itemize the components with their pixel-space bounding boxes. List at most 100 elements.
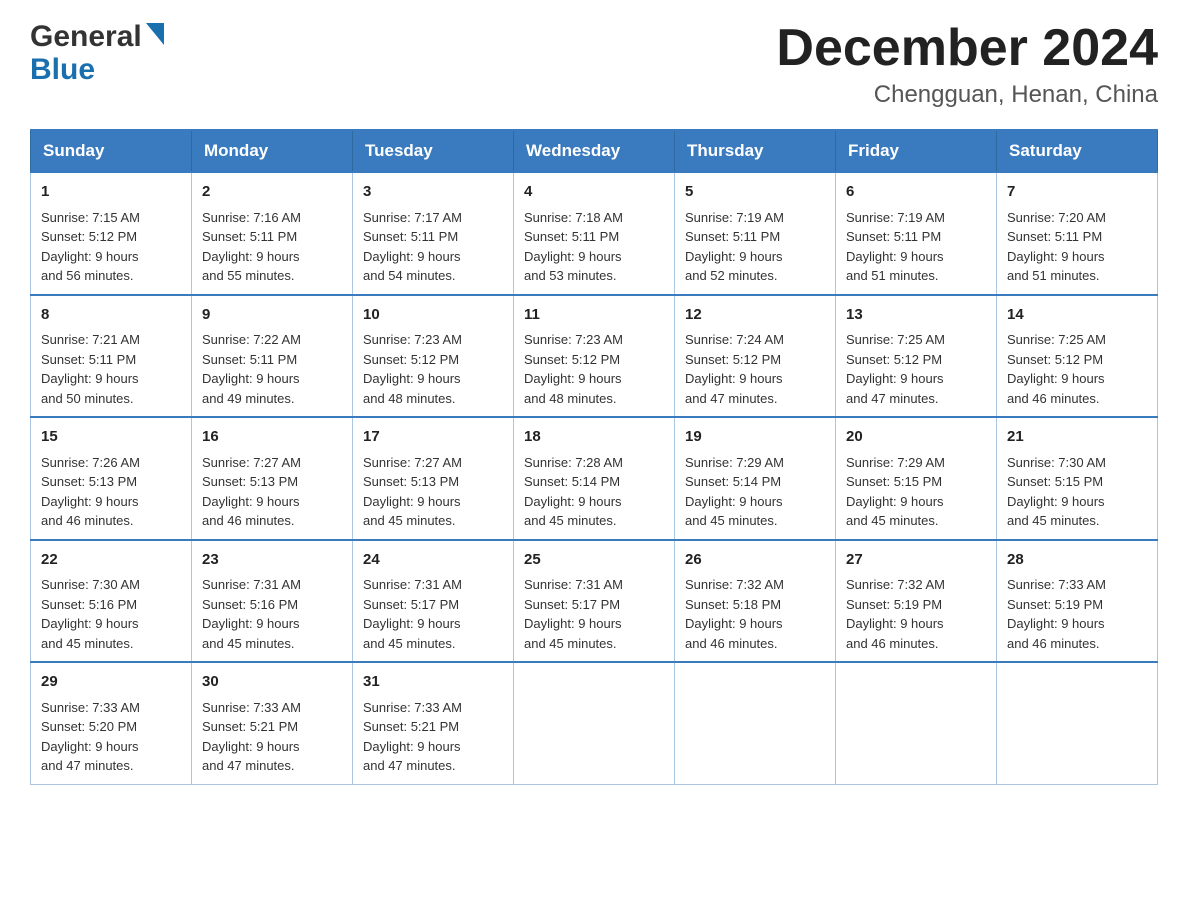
logo-general: General: [30, 20, 142, 53]
day-info: Sunrise: 7:24 AMSunset: 5:12 PMDaylight:…: [685, 332, 784, 406]
day-header-row: Sunday Monday Tuesday Wednesday Thursday…: [31, 130, 1158, 172]
page-header: General Blue December 2024 Chengguan, He…: [30, 20, 1158, 109]
day-number: 28: [1007, 549, 1147, 572]
day-number: 6: [846, 181, 986, 204]
calendar-table: Sunday Monday Tuesday Wednesday Thursday…: [30, 129, 1158, 785]
month-title: December 2024: [776, 20, 1158, 77]
header-friday: Friday: [836, 130, 997, 172]
day-number: 16: [202, 426, 342, 449]
day-info: Sunrise: 7:32 AMSunset: 5:18 PMDaylight:…: [685, 577, 784, 651]
table-row: 10 Sunrise: 7:23 AMSunset: 5:12 PMDaylig…: [353, 295, 514, 418]
day-number: 30: [202, 671, 342, 694]
table-row: 27 Sunrise: 7:32 AMSunset: 5:19 PMDaylig…: [836, 540, 997, 663]
table-row: 18 Sunrise: 7:28 AMSunset: 5:14 PMDaylig…: [514, 417, 675, 540]
table-row: 13 Sunrise: 7:25 AMSunset: 5:12 PMDaylig…: [836, 295, 997, 418]
calendar-week-row: 22 Sunrise: 7:30 AMSunset: 5:16 PMDaylig…: [31, 540, 1158, 663]
day-info: Sunrise: 7:27 AMSunset: 5:13 PMDaylight:…: [363, 455, 462, 529]
day-info: Sunrise: 7:18 AMSunset: 5:11 PMDaylight:…: [524, 210, 623, 284]
day-info: Sunrise: 7:29 AMSunset: 5:14 PMDaylight:…: [685, 455, 784, 529]
day-info: Sunrise: 7:19 AMSunset: 5:11 PMDaylight:…: [685, 210, 784, 284]
table-row: 19 Sunrise: 7:29 AMSunset: 5:14 PMDaylig…: [675, 417, 836, 540]
day-number: 4: [524, 181, 664, 204]
table-row: 17 Sunrise: 7:27 AMSunset: 5:13 PMDaylig…: [353, 417, 514, 540]
day-info: Sunrise: 7:22 AMSunset: 5:11 PMDaylight:…: [202, 332, 301, 406]
table-row: 22 Sunrise: 7:30 AMSunset: 5:16 PMDaylig…: [31, 540, 192, 663]
table-row: 24 Sunrise: 7:31 AMSunset: 5:17 PMDaylig…: [353, 540, 514, 663]
table-row: 20 Sunrise: 7:29 AMSunset: 5:15 PMDaylig…: [836, 417, 997, 540]
calendar-week-row: 15 Sunrise: 7:26 AMSunset: 5:13 PMDaylig…: [31, 417, 1158, 540]
header-monday: Monday: [192, 130, 353, 172]
day-info: Sunrise: 7:25 AMSunset: 5:12 PMDaylight:…: [1007, 332, 1106, 406]
table-row: 25 Sunrise: 7:31 AMSunset: 5:17 PMDaylig…: [514, 540, 675, 663]
table-row: 21 Sunrise: 7:30 AMSunset: 5:15 PMDaylig…: [997, 417, 1158, 540]
table-row: [675, 662, 836, 784]
logo-arrow-icon: [146, 23, 164, 50]
table-row: 9 Sunrise: 7:22 AMSunset: 5:11 PMDayligh…: [192, 295, 353, 418]
day-info: Sunrise: 7:20 AMSunset: 5:11 PMDaylight:…: [1007, 210, 1106, 284]
day-number: 1: [41, 181, 181, 204]
day-info: Sunrise: 7:33 AMSunset: 5:19 PMDaylight:…: [1007, 577, 1106, 651]
header-sunday: Sunday: [31, 130, 192, 172]
day-number: 8: [41, 304, 181, 327]
day-number: 5: [685, 181, 825, 204]
day-info: Sunrise: 7:33 AMSunset: 5:21 PMDaylight:…: [363, 700, 462, 774]
logo: General Blue: [30, 20, 164, 87]
day-number: 13: [846, 304, 986, 327]
table-row: 16 Sunrise: 7:27 AMSunset: 5:13 PMDaylig…: [192, 417, 353, 540]
header-wednesday: Wednesday: [514, 130, 675, 172]
day-info: Sunrise: 7:21 AMSunset: 5:11 PMDaylight:…: [41, 332, 140, 406]
day-number: 9: [202, 304, 342, 327]
day-number: 18: [524, 426, 664, 449]
table-row: 3 Sunrise: 7:17 AMSunset: 5:11 PMDayligh…: [353, 172, 514, 295]
day-info: Sunrise: 7:27 AMSunset: 5:13 PMDaylight:…: [202, 455, 301, 529]
table-row: 28 Sunrise: 7:33 AMSunset: 5:19 PMDaylig…: [997, 540, 1158, 663]
table-row: 30 Sunrise: 7:33 AMSunset: 5:21 PMDaylig…: [192, 662, 353, 784]
day-number: 22: [41, 549, 181, 572]
calendar-week-row: 29 Sunrise: 7:33 AMSunset: 5:20 PMDaylig…: [31, 662, 1158, 784]
table-row: [997, 662, 1158, 784]
table-row: [514, 662, 675, 784]
table-row: 4 Sunrise: 7:18 AMSunset: 5:11 PMDayligh…: [514, 172, 675, 295]
table-row: 15 Sunrise: 7:26 AMSunset: 5:13 PMDaylig…: [31, 417, 192, 540]
day-info: Sunrise: 7:23 AMSunset: 5:12 PMDaylight:…: [524, 332, 623, 406]
header-saturday: Saturday: [997, 130, 1158, 172]
day-number: 24: [363, 549, 503, 572]
day-info: Sunrise: 7:31 AMSunset: 5:17 PMDaylight:…: [524, 577, 623, 651]
table-row: [836, 662, 997, 784]
calendar-week-row: 1 Sunrise: 7:15 AMSunset: 5:12 PMDayligh…: [31, 172, 1158, 295]
day-number: 2: [202, 181, 342, 204]
day-info: Sunrise: 7:26 AMSunset: 5:13 PMDaylight:…: [41, 455, 140, 529]
header-thursday: Thursday: [675, 130, 836, 172]
day-number: 17: [363, 426, 503, 449]
day-info: Sunrise: 7:17 AMSunset: 5:11 PMDaylight:…: [363, 210, 462, 284]
day-number: 27: [846, 549, 986, 572]
day-number: 21: [1007, 426, 1147, 449]
day-info: Sunrise: 7:29 AMSunset: 5:15 PMDaylight:…: [846, 455, 945, 529]
day-info: Sunrise: 7:25 AMSunset: 5:12 PMDaylight:…: [846, 332, 945, 406]
day-info: Sunrise: 7:19 AMSunset: 5:11 PMDaylight:…: [846, 210, 945, 284]
table-row: 29 Sunrise: 7:33 AMSunset: 5:20 PMDaylig…: [31, 662, 192, 784]
day-info: Sunrise: 7:16 AMSunset: 5:11 PMDaylight:…: [202, 210, 301, 284]
day-number: 29: [41, 671, 181, 694]
day-info: Sunrise: 7:23 AMSunset: 5:12 PMDaylight:…: [363, 332, 462, 406]
day-info: Sunrise: 7:30 AMSunset: 5:16 PMDaylight:…: [41, 577, 140, 651]
table-row: 5 Sunrise: 7:19 AMSunset: 5:11 PMDayligh…: [675, 172, 836, 295]
day-number: 31: [363, 671, 503, 694]
title-block: December 2024 Chengguan, Henan, China: [776, 20, 1158, 109]
day-number: 14: [1007, 304, 1147, 327]
day-number: 25: [524, 549, 664, 572]
day-number: 26: [685, 549, 825, 572]
day-number: 7: [1007, 181, 1147, 204]
day-info: Sunrise: 7:33 AMSunset: 5:20 PMDaylight:…: [41, 700, 140, 774]
calendar-week-row: 8 Sunrise: 7:21 AMSunset: 5:11 PMDayligh…: [31, 295, 1158, 418]
table-row: 6 Sunrise: 7:19 AMSunset: 5:11 PMDayligh…: [836, 172, 997, 295]
day-number: 3: [363, 181, 503, 204]
logo-blue: Blue: [30, 53, 95, 86]
day-number: 10: [363, 304, 503, 327]
day-number: 12: [685, 304, 825, 327]
table-row: 14 Sunrise: 7:25 AMSunset: 5:12 PMDaylig…: [997, 295, 1158, 418]
day-info: Sunrise: 7:15 AMSunset: 5:12 PMDaylight:…: [41, 210, 140, 284]
table-row: 11 Sunrise: 7:23 AMSunset: 5:12 PMDaylig…: [514, 295, 675, 418]
day-info: Sunrise: 7:33 AMSunset: 5:21 PMDaylight:…: [202, 700, 301, 774]
day-number: 23: [202, 549, 342, 572]
